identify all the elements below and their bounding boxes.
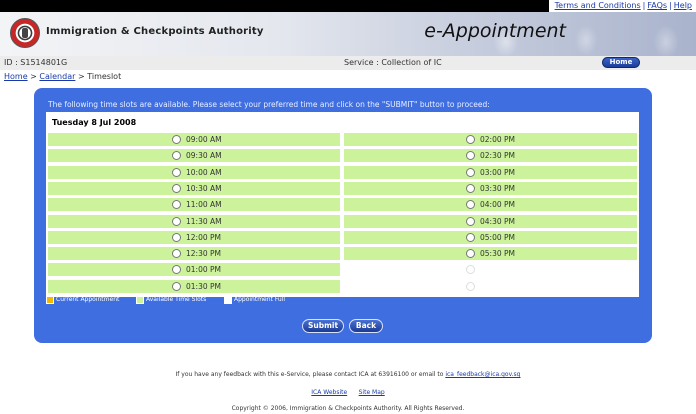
legend-current: Current Appointment [46, 296, 119, 306]
timeslot-row[interactable]: 09:30 AM [48, 149, 340, 163]
timeslot-label: 12:00 PM [186, 232, 221, 242]
timeslot-radio[interactable] [466, 200, 475, 210]
timeslot-radio[interactable] [466, 265, 475, 275]
breadcrumb-calendar[interactable]: Calendar [39, 72, 75, 81]
timeslot-label: 11:00 AM [186, 200, 222, 210]
timeslot-radio[interactable] [172, 151, 181, 161]
timeslot-label: 10:30 AM [186, 183, 222, 193]
link-separator: | [669, 1, 672, 10]
timeslot-row[interactable]: 03:00 PM [344, 165, 637, 179]
timeslot-row[interactable]: 05:00 PM [344, 230, 637, 244]
timeslot-label: 03:30 PM [480, 183, 515, 193]
legend-available: Available Time Slots [136, 296, 206, 306]
timeslot-label: 01:30 PM [186, 281, 221, 291]
timeslot-radio[interactable] [466, 167, 475, 177]
timeslot-radio[interactable] [172, 249, 181, 259]
breadcrumb-home[interactable]: Home [4, 72, 28, 81]
timeslot-label: 05:00 PM [480, 232, 515, 242]
timeslot-row[interactable]: 05:30 PM [344, 247, 637, 261]
faqs-link[interactable]: FAQs [647, 1, 667, 10]
timeslot-radio[interactable] [172, 281, 181, 291]
timeslot-radio[interactable] [466, 281, 475, 291]
back-button[interactable]: Back [349, 319, 383, 333]
ica-website-link[interactable]: ICA Website [311, 389, 347, 396]
timeslot-radio[interactable] [172, 232, 181, 242]
timeslot-label: 09:00 AM [186, 135, 222, 144]
timeslot-panel: The following time slots are available. … [34, 88, 652, 343]
user-id: ID : S1514801G [4, 58, 68, 67]
timeslot-row[interactable]: 03:30 PM [344, 181, 637, 195]
timeslot-radio[interactable] [466, 135, 475, 144]
submit-button[interactable]: Submit [302, 319, 344, 333]
service-name: Service : Collection of IC [344, 58, 442, 67]
timeslot-label: 05:30 PM [480, 249, 515, 259]
timeslot-label: 04:30 PM [480, 216, 515, 226]
timeslot-radio[interactable] [466, 249, 475, 259]
breadcrumb-separator: > [30, 72, 37, 81]
timeslot-radio[interactable] [172, 200, 181, 210]
timeslot-row[interactable] [344, 263, 637, 277]
timeslot-radio[interactable] [172, 135, 181, 144]
breadcrumb: Home > Calendar > Timeslot [4, 72, 121, 81]
timeslot-label: 09:30 AM [186, 151, 222, 161]
timeslot-radio[interactable] [172, 183, 181, 193]
timeslot-radio[interactable] [172, 265, 181, 275]
ica-logo-icon [10, 18, 40, 48]
footer-links: ICA Website Site Map [0, 389, 696, 396]
timeslot-row[interactable] [344, 279, 637, 293]
feedback-email-link[interactable]: ica_feedback@ica.gov.sg [445, 371, 520, 378]
timeslot-row[interactable]: 11:00 AM [48, 198, 340, 212]
timeslot-label: 03:00 PM [480, 167, 515, 177]
timeslot-row[interactable]: 02:30 PM [344, 149, 637, 163]
help-link[interactable]: Help [674, 1, 692, 10]
timeslot-radio[interactable] [466, 151, 475, 161]
legend-available-swatch [136, 296, 144, 304]
legend-current-label: Current Appointment [56, 296, 120, 303]
timeslot-label: 01:00 PM [186, 265, 221, 275]
timeslot-radio[interactable] [172, 167, 181, 177]
info-bar: ID : S1514801G Service : Collection of I… [0, 56, 696, 70]
legend-current-swatch [46, 296, 54, 304]
terms-link[interactable]: Terms and Conditions [555, 1, 641, 10]
legend-available-label: Available Time Slots [146, 296, 207, 303]
timeslot-label: 02:00 PM [480, 135, 515, 144]
timeslot-radio[interactable] [466, 183, 475, 193]
instruction-text: The following time slots are available. … [48, 100, 490, 109]
timeslot-radio[interactable] [172, 216, 181, 226]
timeslot-table: Tuesday 8 Jul 2008 09:00 AM 09:30 AM 10:00… [46, 112, 639, 297]
legend-full: Appointment Full [224, 296, 285, 306]
feedback-line: If you have any feedback with this e-Ser… [0, 371, 696, 378]
timeslot-label: 04:00 PM [480, 200, 515, 210]
timeslot-row[interactable]: 11:30 AM [48, 214, 340, 228]
timeslot-radio[interactable] [466, 232, 475, 242]
app-title: e-Appointment [424, 20, 566, 42]
feedback-text: If you have any feedback with this e-Ser… [175, 371, 444, 378]
timeslot-row[interactable]: 10:00 AM [48, 165, 340, 179]
timeslot-row[interactable]: 04:00 PM [344, 198, 637, 212]
timeslot-label: 10:00 AM [186, 167, 222, 177]
timeslot-label: 11:30 AM [186, 216, 222, 226]
breadcrumb-current: > Timeslot [77, 72, 122, 81]
timeslot-row[interactable]: 12:00 PM [48, 230, 340, 244]
appointment-date: Tuesday 8 Jul 2008 [52, 118, 137, 127]
org-name: Immigration & Checkpoints Authority [46, 26, 264, 37]
header-banner: Immigration & Checkpoints Authority e-Ap… [0, 12, 696, 56]
timeslot-row[interactable]: 02:00 PM [344, 133, 637, 146]
copyright: Copyright © 2006, Immigration & Checkpoi… [231, 405, 465, 412]
legend-full-label: Appointment Full [234, 296, 286, 303]
timeslot-row[interactable]: 09:00 AM [48, 133, 340, 146]
legend-full-swatch [224, 296, 232, 304]
timeslot-row[interactable]: 04:30 PM [344, 214, 637, 228]
timeslot-label: 12:30 PM [186, 249, 221, 259]
timeslot-radio[interactable] [466, 216, 475, 226]
home-button[interactable]: Home [602, 57, 640, 68]
timeslot-label: 02:30 PM [480, 151, 515, 161]
timeslot-row[interactable]: 10:30 AM [48, 181, 340, 195]
timeslot-row[interactable]: 12:30 PM [48, 247, 340, 261]
timeslot-row[interactable]: 01:00 PM [48, 263, 340, 277]
top-links: Terms and Conditions | FAQs | Help [548, 0, 696, 12]
sitemap-link[interactable]: Site Map [359, 389, 385, 396]
timeslot-row[interactable]: 01:30 PM [48, 279, 340, 293]
